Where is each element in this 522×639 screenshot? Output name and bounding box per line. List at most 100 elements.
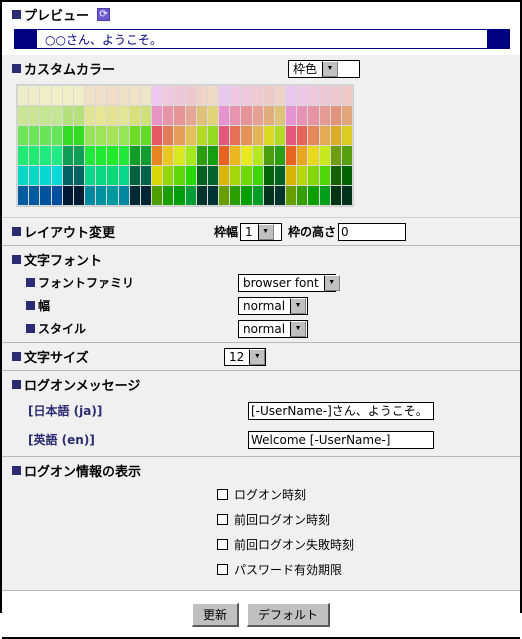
color-swatch[interactable]	[85, 166, 96, 185]
color-swatch[interactable]	[73, 106, 84, 125]
logon-message-en-input[interactable]: Welcome [-UserName-]	[248, 430, 434, 449]
color-swatch[interactable]	[73, 146, 84, 165]
color-swatch[interactable]	[18, 126, 29, 145]
color-swatch[interactable]	[40, 166, 51, 185]
color-swatch[interactable]	[174, 106, 185, 125]
font-style-select[interactable]: normal ▼	[238, 319, 308, 338]
color-swatch[interactable]	[129, 126, 140, 145]
color-swatch[interactable]	[152, 86, 163, 105]
color-swatch[interactable]	[319, 166, 330, 185]
logon-message-ja-input[interactable]: [-UserName-]さん、ようこそ。	[248, 401, 434, 420]
color-swatch[interactable]	[152, 126, 163, 145]
color-swatch[interactable]	[207, 186, 218, 205]
color-swatch[interactable]	[18, 166, 29, 185]
color-swatch[interactable]	[174, 126, 185, 145]
color-swatch[interactable]	[140, 146, 151, 165]
color-swatch[interactable]	[107, 186, 118, 205]
color-swatch[interactable]	[274, 106, 285, 125]
color-swatch[interactable]	[274, 166, 285, 185]
color-swatch[interactable]	[85, 186, 96, 205]
color-swatch[interactable]	[330, 146, 341, 165]
color-swatch[interactable]	[163, 186, 174, 205]
color-swatch[interactable]	[219, 86, 230, 105]
color-swatch[interactable]	[319, 186, 330, 205]
color-swatch[interactable]	[185, 146, 196, 165]
color-swatch[interactable]	[297, 106, 308, 125]
color-swatch[interactable]	[96, 86, 107, 105]
color-swatch[interactable]	[241, 166, 252, 185]
color-swatch[interactable]	[96, 166, 107, 185]
color-swatch[interactable]	[62, 186, 73, 205]
color-swatch[interactable]	[185, 166, 196, 185]
color-swatch[interactable]	[152, 186, 163, 205]
color-swatch[interactable]	[118, 86, 129, 105]
color-swatch[interactable]	[185, 86, 196, 105]
color-swatch[interactable]	[140, 186, 151, 205]
color-swatch[interactable]	[29, 146, 40, 165]
color-swatch[interactable]	[152, 166, 163, 185]
color-swatch[interactable]	[163, 106, 174, 125]
color-swatch[interactable]	[129, 146, 140, 165]
color-swatch[interactable]	[230, 166, 241, 185]
color-swatch[interactable]	[308, 166, 319, 185]
color-swatch[interactable]	[341, 126, 352, 145]
color-swatch[interactable]	[62, 166, 73, 185]
color-swatch[interactable]	[73, 86, 84, 105]
logon-info-checkbox-row[interactable]: パスワード有効期限	[2, 557, 520, 582]
color-swatch[interactable]	[241, 106, 252, 125]
color-swatch[interactable]	[230, 186, 241, 205]
color-swatch[interactable]	[29, 186, 40, 205]
color-swatch[interactable]	[96, 106, 107, 125]
color-swatch[interactable]	[308, 186, 319, 205]
color-swatch[interactable]	[85, 86, 96, 105]
color-swatch[interactable]	[207, 86, 218, 105]
color-swatch[interactable]	[107, 146, 118, 165]
color-swatch[interactable]	[107, 126, 118, 145]
color-swatch[interactable]	[85, 126, 96, 145]
color-swatch[interactable]	[330, 126, 341, 145]
color-swatch[interactable]	[286, 86, 297, 105]
color-swatch[interactable]	[219, 106, 230, 125]
color-swatch[interactable]	[252, 106, 263, 125]
color-swatch[interactable]	[274, 146, 285, 165]
color-swatch[interactable]	[51, 146, 62, 165]
color-swatch[interactable]	[174, 166, 185, 185]
color-swatch[interactable]	[18, 186, 29, 205]
color-palette-grid[interactable]	[18, 86, 352, 205]
color-swatch[interactable]	[207, 146, 218, 165]
color-swatch[interactable]	[185, 106, 196, 125]
default-button[interactable]: デフォルト	[247, 603, 331, 627]
color-swatch[interactable]	[62, 126, 73, 145]
color-swatch[interactable]	[129, 86, 140, 105]
frame-height-input[interactable]: 0	[338, 222, 406, 241]
color-swatch[interactable]	[341, 186, 352, 205]
color-swatch[interactable]	[252, 86, 263, 105]
color-swatch[interactable]	[62, 86, 73, 105]
color-swatch[interactable]	[40, 126, 51, 145]
color-swatch[interactable]	[319, 106, 330, 125]
font-weight-select[interactable]: normal ▼	[238, 296, 308, 315]
color-swatch[interactable]	[219, 166, 230, 185]
checkbox-1[interactable]	[217, 514, 228, 525]
color-swatch[interactable]	[73, 126, 84, 145]
color-swatch[interactable]	[274, 186, 285, 205]
color-swatch[interactable]	[196, 166, 207, 185]
color-swatch[interactable]	[207, 126, 218, 145]
color-swatch[interactable]	[330, 106, 341, 125]
color-swatch[interactable]	[252, 186, 263, 205]
refresh-icon[interactable]: ⟳	[97, 8, 111, 21]
color-swatch[interactable]	[286, 186, 297, 205]
color-swatch[interactable]	[207, 106, 218, 125]
color-swatch[interactable]	[263, 166, 274, 185]
color-swatch[interactable]	[297, 186, 308, 205]
color-swatch[interactable]	[196, 146, 207, 165]
color-swatch[interactable]	[163, 86, 174, 105]
color-swatch[interactable]	[174, 86, 185, 105]
color-swatch[interactable]	[96, 186, 107, 205]
color-swatch[interactable]	[85, 106, 96, 125]
color-swatch[interactable]	[263, 86, 274, 105]
color-swatch[interactable]	[252, 126, 263, 145]
color-swatch[interactable]	[174, 146, 185, 165]
color-swatch[interactable]	[196, 126, 207, 145]
color-swatch[interactable]	[341, 86, 352, 105]
